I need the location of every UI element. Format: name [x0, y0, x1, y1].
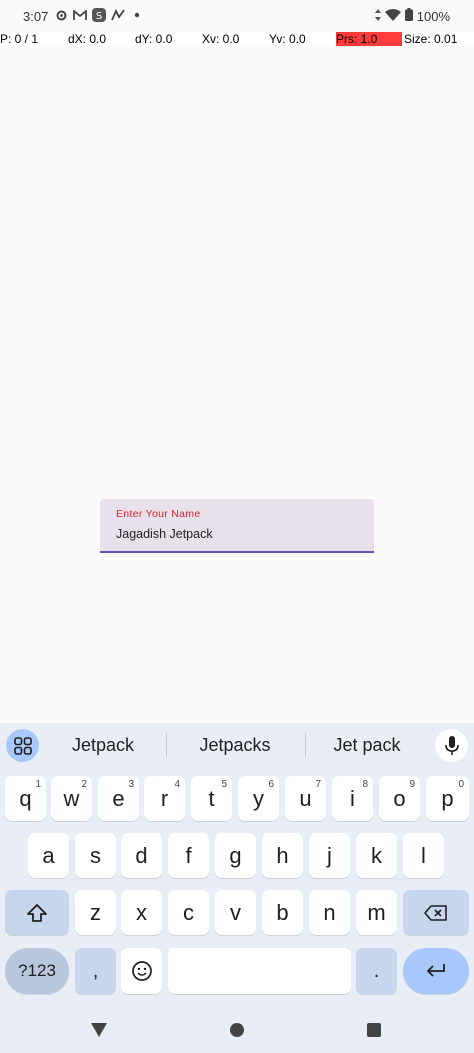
pointer-dx: dX: 0.0	[68, 32, 107, 46]
home-icon[interactable]	[230, 1023, 244, 1037]
shift-key[interactable]	[5, 890, 69, 935]
suggestion-1[interactable]: Jetpack	[48, 735, 158, 756]
key-g[interactable]: g	[215, 833, 256, 878]
suggestion-divider	[166, 733, 167, 757]
key-s[interactable]: s	[75, 833, 116, 878]
suggestion-strip: Jetpack Jetpacks Jet pack	[0, 723, 474, 769]
svg-text:S: S	[96, 11, 102, 22]
notification-icons: S	[54, 8, 144, 22]
suggestion-2[interactable]: Jetpacks	[180, 735, 290, 756]
pointer-pressure: Prs: 1.0	[336, 32, 402, 46]
pen-icon	[111, 8, 125, 22]
pointer-location-bar: P: 0 / 1 dX: 0.0 dY: 0.0 Xv: 0.0 Yv: 0.0…	[0, 32, 474, 46]
key-p[interactable]: p0	[426, 776, 469, 821]
gmail-icon	[73, 8, 87, 22]
pointer-count: P: 0 / 1	[0, 32, 39, 46]
pointer-size: Size: 0.01	[404, 32, 458, 46]
name-field-value[interactable]: Jagadish Jetpack	[116, 527, 213, 541]
navigation-bar	[0, 1003, 474, 1053]
key-e[interactable]: e3	[98, 776, 139, 821]
space-key[interactable]	[168, 948, 351, 994]
status-time: 3:07	[23, 9, 49, 24]
key-i[interactable]: i8	[332, 776, 373, 821]
key-j[interactable]: j	[309, 833, 350, 878]
key-v[interactable]: v	[215, 890, 256, 935]
voice-input-button[interactable]	[435, 729, 468, 762]
battery-percent: 100%	[416, 8, 450, 24]
recents-icon[interactable]	[367, 1023, 381, 1037]
key-u[interactable]: u7	[285, 776, 326, 821]
key-r[interactable]: r4	[144, 776, 185, 821]
key-b[interactable]: b	[262, 890, 303, 935]
key-c[interactable]: c	[168, 890, 209, 935]
key-q[interactable]: q1	[5, 776, 46, 821]
shift-icon	[27, 903, 47, 922]
key-k[interactable]: k	[356, 833, 397, 878]
key-d[interactable]: d	[121, 833, 162, 878]
grid-icon	[13, 736, 32, 755]
key-h[interactable]: h	[262, 833, 303, 878]
key-o[interactable]: o9	[379, 776, 420, 821]
key-m[interactable]: m	[356, 890, 397, 935]
pointer-dy: dY: 0.0	[135, 32, 173, 46]
key-z[interactable]: z	[75, 890, 116, 935]
data-arrows-icon	[374, 8, 381, 24]
key-a[interactable]: a	[28, 833, 69, 878]
key-t[interactable]: t5	[191, 776, 232, 821]
keyboard-apps-button[interactable]	[6, 729, 39, 762]
pointer-xv: Xv: 0.0	[202, 32, 240, 46]
enter-key[interactable]	[403, 948, 469, 994]
settings-icon	[54, 8, 68, 22]
emoji-icon	[131, 961, 152, 981]
system-status: 100%	[374, 8, 450, 24]
name-field-label: Enter Your Name	[116, 508, 201, 520]
symbols-key[interactable]: ?123	[5, 948, 69, 994]
backspace-key[interactable]	[403, 890, 469, 935]
name-text-field[interactable]: Enter Your Name Jagadish Jetpack	[100, 499, 374, 553]
period-key[interactable]: .	[356, 948, 397, 994]
comma-key[interactable]: ,	[75, 948, 116, 994]
status-bar: 3:07 S 100%	[0, 0, 474, 32]
key-n[interactable]: n	[309, 890, 350, 935]
enter-icon	[427, 964, 445, 977]
backspace-icon	[424, 904, 447, 921]
battery-icon	[404, 8, 413, 24]
pointer-yv: Yv: 0.0	[269, 32, 306, 46]
s-app-icon: S	[92, 8, 106, 22]
emoji-key[interactable]	[121, 948, 162, 994]
key-f[interactable]: f	[168, 833, 209, 878]
key-y[interactable]: y6	[238, 776, 279, 821]
suggestion-divider	[305, 733, 306, 757]
suggestion-3[interactable]: Jet pack	[312, 735, 422, 756]
key-l[interactable]: l	[403, 833, 444, 878]
wifi-icon	[384, 8, 401, 24]
back-icon[interactable]	[91, 1023, 107, 1037]
key-x[interactable]: x	[121, 890, 162, 935]
dot-icon	[130, 8, 144, 22]
key-w[interactable]: w2	[51, 776, 92, 821]
mic-icon	[444, 735, 459, 755]
